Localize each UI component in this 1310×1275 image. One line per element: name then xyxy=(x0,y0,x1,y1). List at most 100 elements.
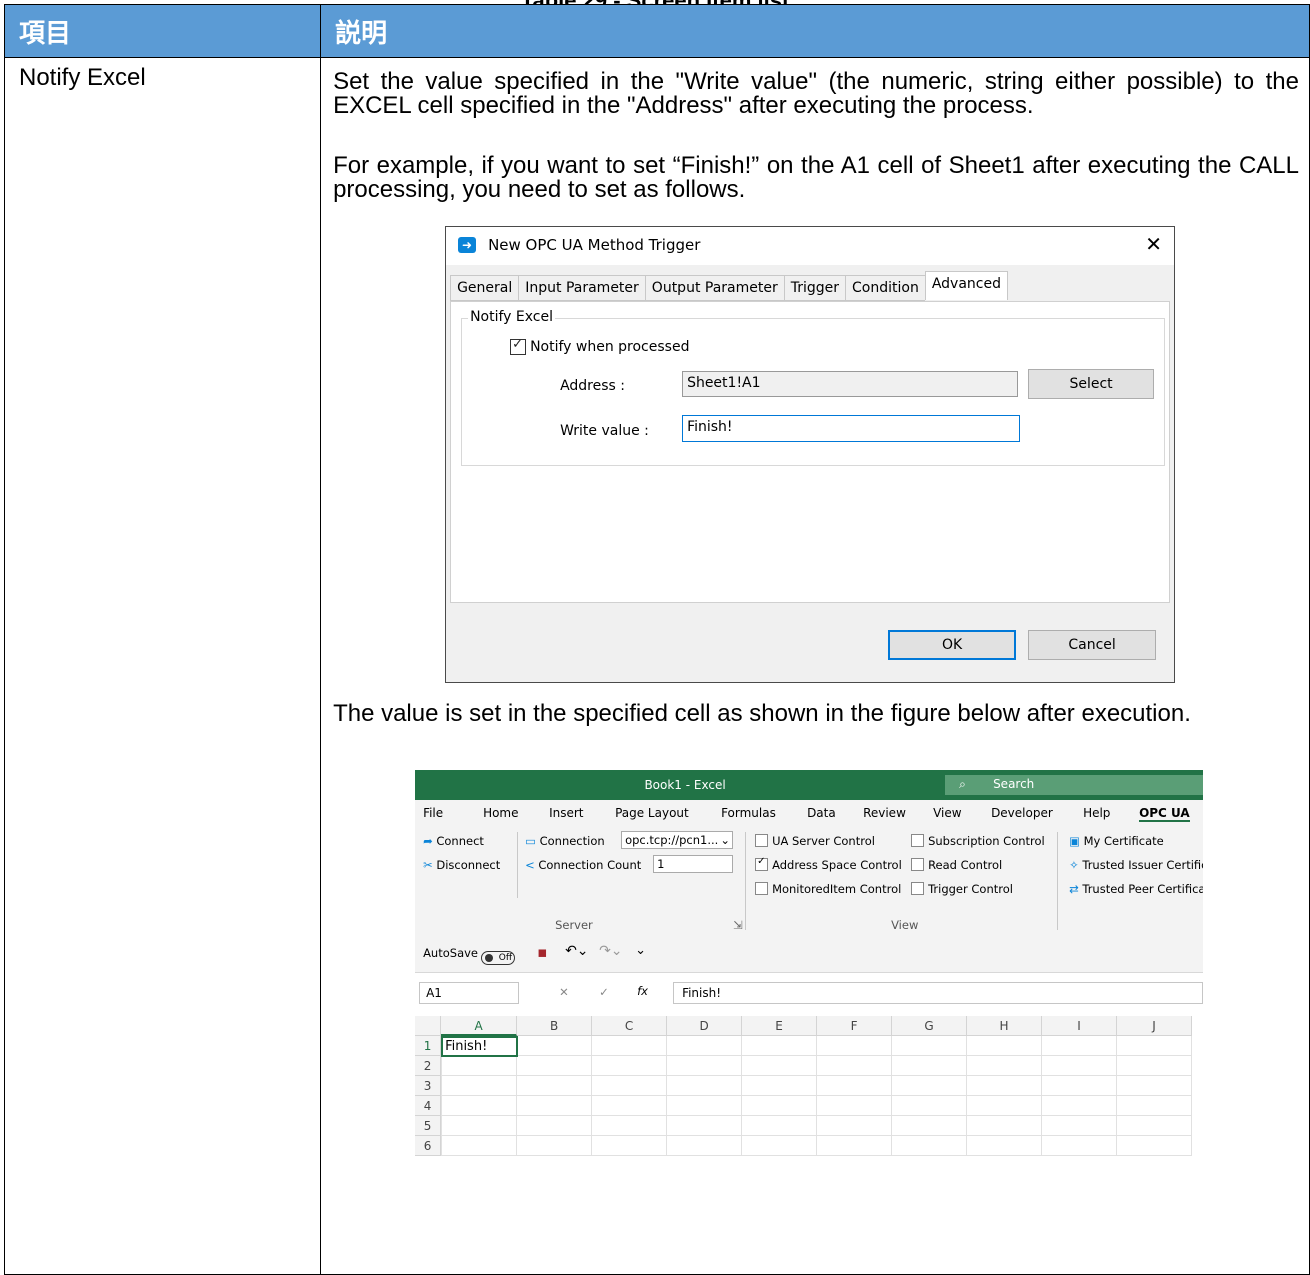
trusted-peer-button[interactable]: ⇄ Trusted Peer Certifica xyxy=(1069,882,1203,896)
column-header-i[interactable]: I xyxy=(1042,1016,1118,1036)
checkbox-icon xyxy=(755,882,769,895)
tab-trigger[interactable]: Trigger xyxy=(783,275,846,301)
certificate-icon: ▣ xyxy=(1069,834,1080,848)
connect-button[interactable]: ➦ Connect xyxy=(423,834,484,848)
column-header-h[interactable]: H xyxy=(967,1016,1043,1036)
name-box[interactable]: A1 xyxy=(419,982,520,1004)
menu-file[interactable]: File xyxy=(423,806,443,820)
customize-toolbar-icon[interactable]: ⌄ xyxy=(635,943,646,958)
dialog-launcher-icon[interactable]: ⇲ xyxy=(733,918,743,932)
checkbox-icon xyxy=(911,882,925,895)
write-value-field[interactable]: Finish! xyxy=(682,415,1021,442)
select-all-corner[interactable] xyxy=(415,1016,442,1036)
excel-titlebar: Book1 - Excel ⌕ Search xyxy=(415,770,1204,800)
tab-input-parameter[interactable]: Input Parameter xyxy=(518,275,645,301)
write-value-label: Write value : xyxy=(560,423,649,439)
row-header-5[interactable]: 5 xyxy=(415,1116,442,1136)
connect-label: Connect xyxy=(436,834,484,848)
menu-insert[interactable]: Insert xyxy=(549,806,583,820)
formula-input[interactable]: Finish! xyxy=(673,982,1204,1004)
method-trigger-dialog: ➜ New OPC UA Method Trigger ✕ General In… xyxy=(445,226,1176,683)
column-header-f[interactable]: F xyxy=(817,1016,893,1036)
menu-view[interactable]: View xyxy=(933,806,961,820)
header-item: 項目 xyxy=(3,4,322,58)
row-header-3[interactable]: 3 xyxy=(415,1076,442,1096)
tab-advanced[interactable]: Advanced xyxy=(924,271,1008,300)
autosave-toggle[interactable]: Off xyxy=(481,951,516,965)
address-space-control-label: Address Space Control xyxy=(772,858,902,872)
connection-count-field[interactable]: 1 xyxy=(653,855,734,873)
description-paragraph-3: The value is set in the specified cell a… xyxy=(333,700,1191,727)
cell-a1[interactable]: Finish! xyxy=(441,1036,519,1057)
column-header-c[interactable]: C xyxy=(592,1016,668,1036)
menu-page-layout[interactable]: Page Layout xyxy=(615,806,689,820)
function-icon[interactable]: fx xyxy=(637,984,648,998)
redo-icon[interactable]: ↷⌄ xyxy=(599,943,622,959)
menu-review[interactable]: Review xyxy=(863,806,906,820)
monitoreditem-control-checkbox[interactable]: MonitoredItem Control xyxy=(755,882,901,896)
undo-icon[interactable]: ↶⌄ xyxy=(565,943,588,959)
advanced-tab-panel: Notify Excel Notify when processed Addre… xyxy=(450,301,1171,603)
disconnect-button[interactable]: ✂ Disconnect xyxy=(423,858,500,872)
cancel-button[interactable]: Cancel xyxy=(1028,630,1157,660)
column-header-b[interactable]: B xyxy=(517,1016,593,1036)
notify-when-processed-label: Notify when processed xyxy=(530,339,690,355)
trusted-peer-label: Trusted Peer Certifica xyxy=(1082,882,1204,896)
checkbox-checked-icon[interactable] xyxy=(510,337,527,355)
trigger-arrow-icon: ➜ xyxy=(458,237,477,253)
formula-bar: A1 ✕ ✓ fx Finish! xyxy=(415,982,1204,1010)
subscription-control-label: Subscription Control xyxy=(928,834,1045,848)
excel-title: Book1 - Excel xyxy=(644,778,726,792)
column-header-e[interactable]: E xyxy=(742,1016,818,1036)
my-certificate-button[interactable]: ▣ My Certificate xyxy=(1069,834,1164,848)
cell-area[interactable] xyxy=(441,1036,1193,1156)
menu-developer[interactable]: Developer xyxy=(991,806,1053,820)
menu-help[interactable]: Help xyxy=(1083,806,1110,820)
row-description: Set the value specified in the "Write va… xyxy=(320,57,1310,1275)
checkbox-icon xyxy=(755,834,769,847)
disconnect-label: Disconnect xyxy=(436,858,501,872)
search-box[interactable]: ⌕ Search xyxy=(945,775,1204,795)
notify-excel-group: Notify Excel Notify when processed Addre… xyxy=(461,309,1166,466)
opc-ua-ribbon: ➦ Connect ✂ Disconnect ▭ Connection opc.… xyxy=(415,826,1204,937)
connection-url-dropdown[interactable]: opc.tcp://pcn1... ⌄ xyxy=(621,831,734,849)
ua-server-control-checkbox[interactable]: UA Server Control xyxy=(755,834,875,848)
search-icon: ⌕ xyxy=(959,777,966,791)
ribbon-separator xyxy=(745,832,747,930)
row-header-4[interactable]: 4 xyxy=(415,1096,442,1116)
header-description: 説明 xyxy=(320,4,1310,58)
trusted-issuer-button[interactable]: ✧ Trusted Issuer Certific xyxy=(1069,858,1203,872)
column-header-d[interactable]: D xyxy=(667,1016,743,1036)
save-icon[interactable]: ▪ xyxy=(537,943,547,961)
address-space-control-checkbox[interactable]: Address Space Control xyxy=(755,856,902,872)
subscription-control-checkbox[interactable]: Subscription Control xyxy=(911,834,1045,848)
row-header-1[interactable]: 1 xyxy=(415,1036,442,1056)
menu-formulas[interactable]: Formulas xyxy=(721,806,776,820)
address-field[interactable]: Sheet1!A1 xyxy=(682,371,1019,397)
row-header-6[interactable]: 6 xyxy=(415,1136,442,1156)
menu-home[interactable]: Home xyxy=(483,806,518,820)
autosave-label: AutoSave xyxy=(423,946,478,960)
quick-access-toolbar: AutoSave Off ▪ ↶⌄ ↷⌄ ⌄ xyxy=(415,936,1204,973)
ok-button[interactable]: OK xyxy=(888,630,1017,660)
close-icon[interactable]: ✕ xyxy=(1145,232,1162,256)
notify-when-processed-checkbox[interactable]: Notify when processed xyxy=(510,337,690,355)
select-button[interactable]: Select xyxy=(1028,369,1155,399)
column-header-g[interactable]: G xyxy=(892,1016,968,1036)
menu-opc-ua[interactable]: OPC UA xyxy=(1139,806,1190,822)
menu-data[interactable]: Data xyxy=(807,806,836,820)
notify-excel-group-label: Notify Excel xyxy=(468,309,555,325)
column-header-j[interactable]: J xyxy=(1117,1016,1193,1036)
checkbox-checked-icon xyxy=(755,856,769,871)
trigger-control-checkbox[interactable]: Trigger Control xyxy=(911,882,1013,896)
my-certificate-label: My Certificate xyxy=(1083,834,1164,848)
cancel-formula-icon[interactable]: ✕ xyxy=(559,985,569,999)
tab-general[interactable]: General xyxy=(450,275,519,301)
tab-condition[interactable]: Condition xyxy=(845,275,925,301)
row-header-2[interactable]: 2 xyxy=(415,1056,442,1076)
tab-output-parameter[interactable]: Output Parameter xyxy=(644,275,784,301)
column-header-a[interactable]: A xyxy=(441,1016,518,1036)
read-control-checkbox[interactable]: Read Control xyxy=(911,858,1002,872)
confirm-formula-icon[interactable]: ✓ xyxy=(599,985,609,999)
connection-count-text: Connection Count xyxy=(538,858,642,872)
